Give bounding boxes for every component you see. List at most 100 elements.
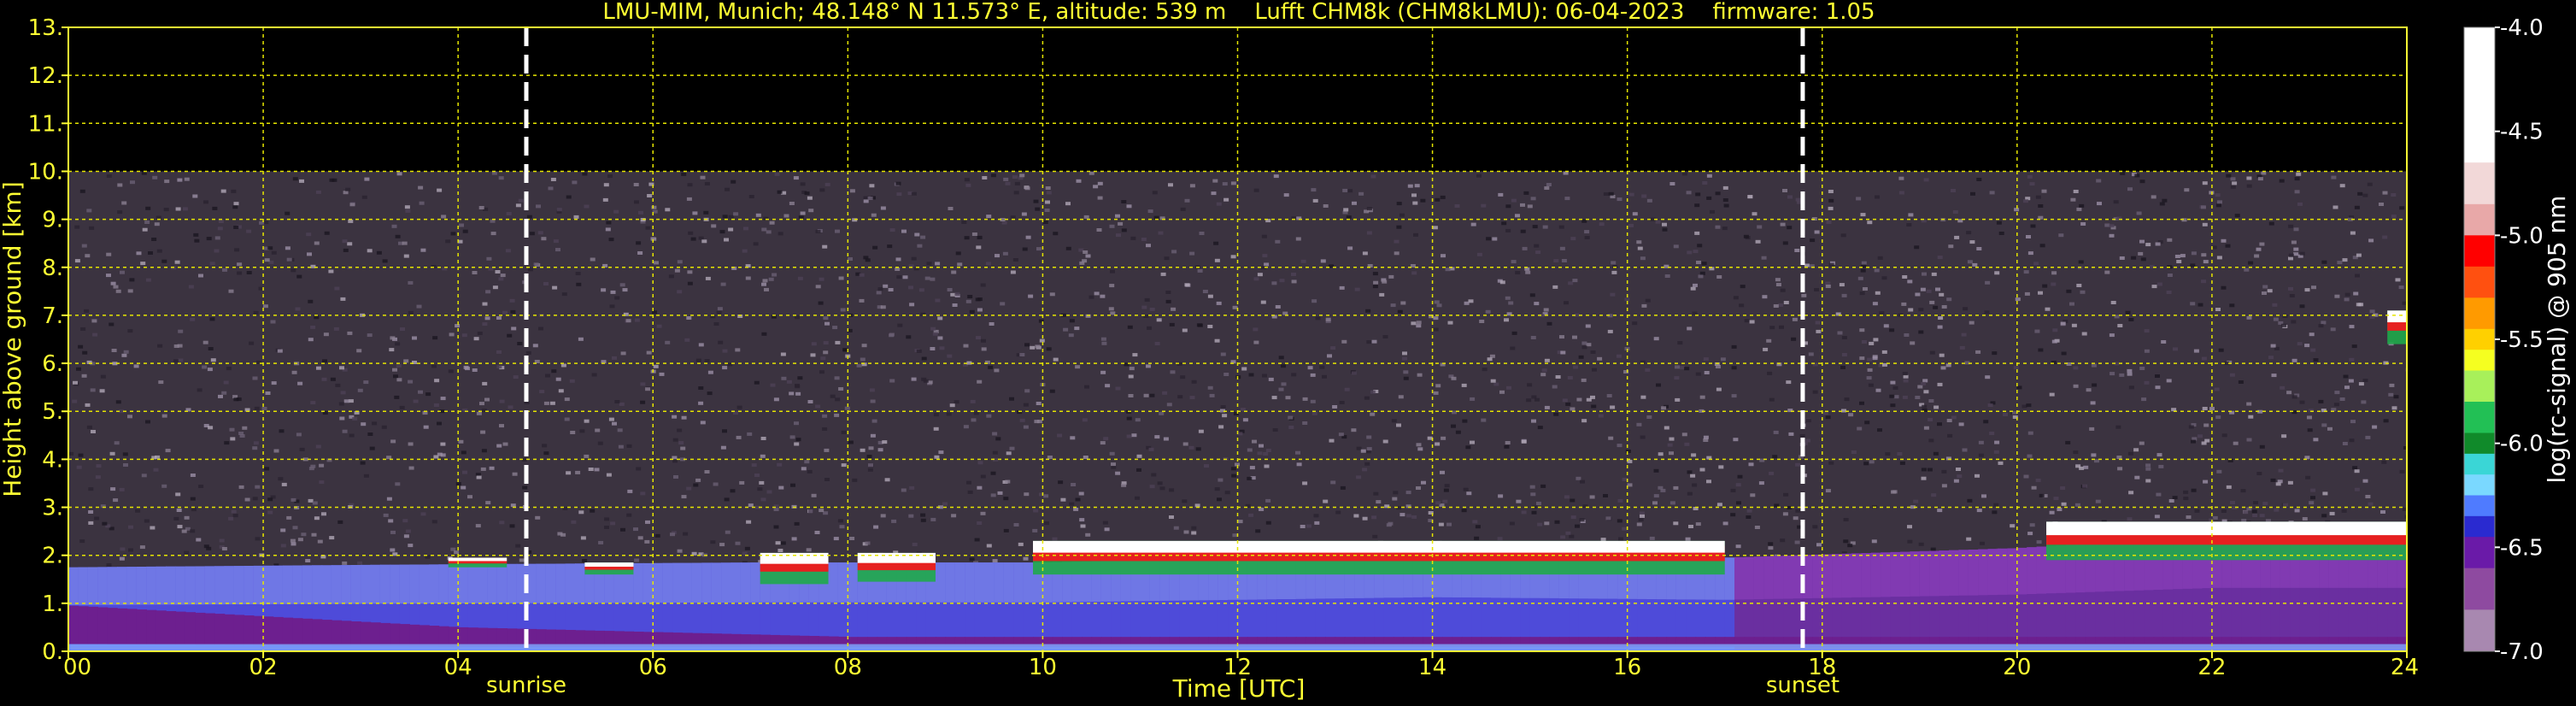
noise-speckle bbox=[2203, 479, 2209, 484]
noise-speckle bbox=[839, 525, 845, 529]
noise-speckle bbox=[347, 331, 353, 335]
noise-speckle bbox=[895, 257, 901, 262]
colorbar-tick-label: -6.0 bbox=[2500, 432, 2544, 457]
noise-speckle bbox=[1736, 501, 1741, 505]
noise-speckle bbox=[2271, 374, 2277, 378]
noise-speckle bbox=[1058, 480, 1064, 485]
noise-speckle bbox=[769, 221, 775, 225]
noise-speckle bbox=[255, 485, 261, 489]
noise-speckle bbox=[178, 358, 184, 362]
noise-speckle bbox=[938, 450, 944, 455]
noise-speckle bbox=[1427, 436, 1433, 440]
noise-speckle bbox=[1019, 174, 1025, 178]
noise-speckle bbox=[1890, 403, 1896, 408]
noise-speckle bbox=[1696, 261, 1701, 264]
noise-speckle bbox=[570, 431, 576, 434]
noise-speckle bbox=[445, 239, 451, 244]
noise-speckle bbox=[724, 238, 729, 242]
noise-speckle bbox=[1247, 476, 1253, 480]
noise-speckle bbox=[308, 498, 314, 503]
noise-speckle bbox=[590, 257, 596, 262]
noise-speckle bbox=[198, 274, 203, 278]
noise-speckle bbox=[1706, 196, 1712, 200]
boundary-layer-upper bbox=[1744, 556, 1755, 600]
noise-speckle bbox=[2202, 222, 2208, 227]
noise-speckle bbox=[2221, 509, 2227, 513]
noise-speckle bbox=[1110, 311, 1116, 315]
noise-speckle bbox=[140, 262, 146, 266]
noise-speckle bbox=[1216, 301, 1222, 305]
noise-speckle bbox=[2091, 363, 2097, 368]
noise-speckle bbox=[1703, 435, 1709, 439]
noise-speckle bbox=[2117, 324, 2123, 327]
noise-speckle bbox=[757, 487, 763, 491]
noise-speckle bbox=[2174, 255, 2180, 258]
noise-speckle bbox=[1565, 402, 1571, 406]
noise-speckle bbox=[870, 433, 876, 438]
noise-speckle bbox=[598, 540, 604, 544]
noise-speckle bbox=[970, 399, 976, 403]
noise-speckle bbox=[357, 561, 363, 565]
noise-speckle bbox=[762, 279, 768, 283]
noise-speckle bbox=[357, 388, 363, 392]
noise-speckle bbox=[1498, 192, 1504, 197]
noise-speckle bbox=[2035, 195, 2041, 199]
noise-speckle bbox=[1169, 515, 1174, 519]
noise-speckle bbox=[1931, 272, 1937, 276]
noise-speckle bbox=[1492, 237, 1498, 241]
noise-speckle bbox=[1902, 372, 1908, 376]
noise-speckle bbox=[1253, 340, 1259, 344]
aerosol-layer-cell bbox=[419, 625, 430, 647]
noise-speckle bbox=[1132, 353, 1138, 357]
noise-speckle bbox=[766, 230, 772, 234]
noise-speckle bbox=[1969, 321, 1975, 325]
aerosol-layer-cell bbox=[263, 616, 274, 645]
noise-speckle bbox=[462, 229, 468, 233]
noise-speckle bbox=[834, 376, 840, 380]
noise-speckle bbox=[1899, 461, 1905, 465]
noise-speckle bbox=[2230, 177, 2236, 181]
noise-speckle bbox=[997, 491, 1003, 495]
noise-speckle bbox=[871, 419, 877, 423]
noise-speckle bbox=[1744, 319, 1750, 323]
noise-speckle bbox=[1860, 213, 1866, 217]
noise-speckle bbox=[680, 446, 686, 450]
noise-speckle bbox=[1532, 225, 1538, 229]
boundary-layer-upper bbox=[321, 565, 332, 604]
noise-speckle bbox=[1546, 183, 1552, 186]
noise-speckle bbox=[604, 526, 609, 529]
aerosol-layer-cell bbox=[438, 626, 449, 647]
noise-speckle bbox=[590, 509, 596, 513]
noise-speckle bbox=[525, 350, 531, 355]
noise-speckle bbox=[1559, 335, 1564, 339]
noise-speckle bbox=[308, 299, 314, 303]
noise-speckle bbox=[1398, 395, 1404, 399]
noise-speckle bbox=[1505, 228, 1511, 232]
noise-speckle bbox=[399, 405, 405, 409]
noise-speckle bbox=[1110, 269, 1115, 274]
noise-speckle bbox=[86, 209, 92, 213]
y-tick-label: 0. bbox=[42, 639, 63, 665]
y-tick-label: 8. bbox=[42, 256, 63, 281]
noise-speckle bbox=[754, 474, 760, 477]
noise-speckle bbox=[1937, 509, 1943, 513]
noise-speckle bbox=[1315, 316, 1321, 321]
noise-speckle bbox=[1397, 309, 1403, 314]
noise-speckle bbox=[698, 343, 704, 347]
boundary-layer-upper bbox=[945, 562, 956, 603]
boundary-layer-upper bbox=[233, 566, 245, 605]
noise-speckle bbox=[2259, 444, 2265, 449]
noise-speckle bbox=[1102, 521, 1108, 525]
noise-speckle bbox=[1869, 341, 1875, 345]
aerosol-layer-cell bbox=[390, 623, 401, 646]
noise-speckle bbox=[2110, 372, 2115, 376]
noise-speckle bbox=[145, 206, 151, 210]
noise-speckle bbox=[1554, 520, 1560, 524]
noise-speckle bbox=[777, 190, 783, 194]
noise-speckle bbox=[778, 485, 784, 490]
noise-speckle bbox=[123, 350, 129, 354]
noise-speckle bbox=[2172, 496, 2178, 500]
noise-speckle bbox=[2246, 315, 2252, 320]
noise-speckle bbox=[1902, 395, 1908, 399]
noise-speckle bbox=[218, 220, 224, 223]
